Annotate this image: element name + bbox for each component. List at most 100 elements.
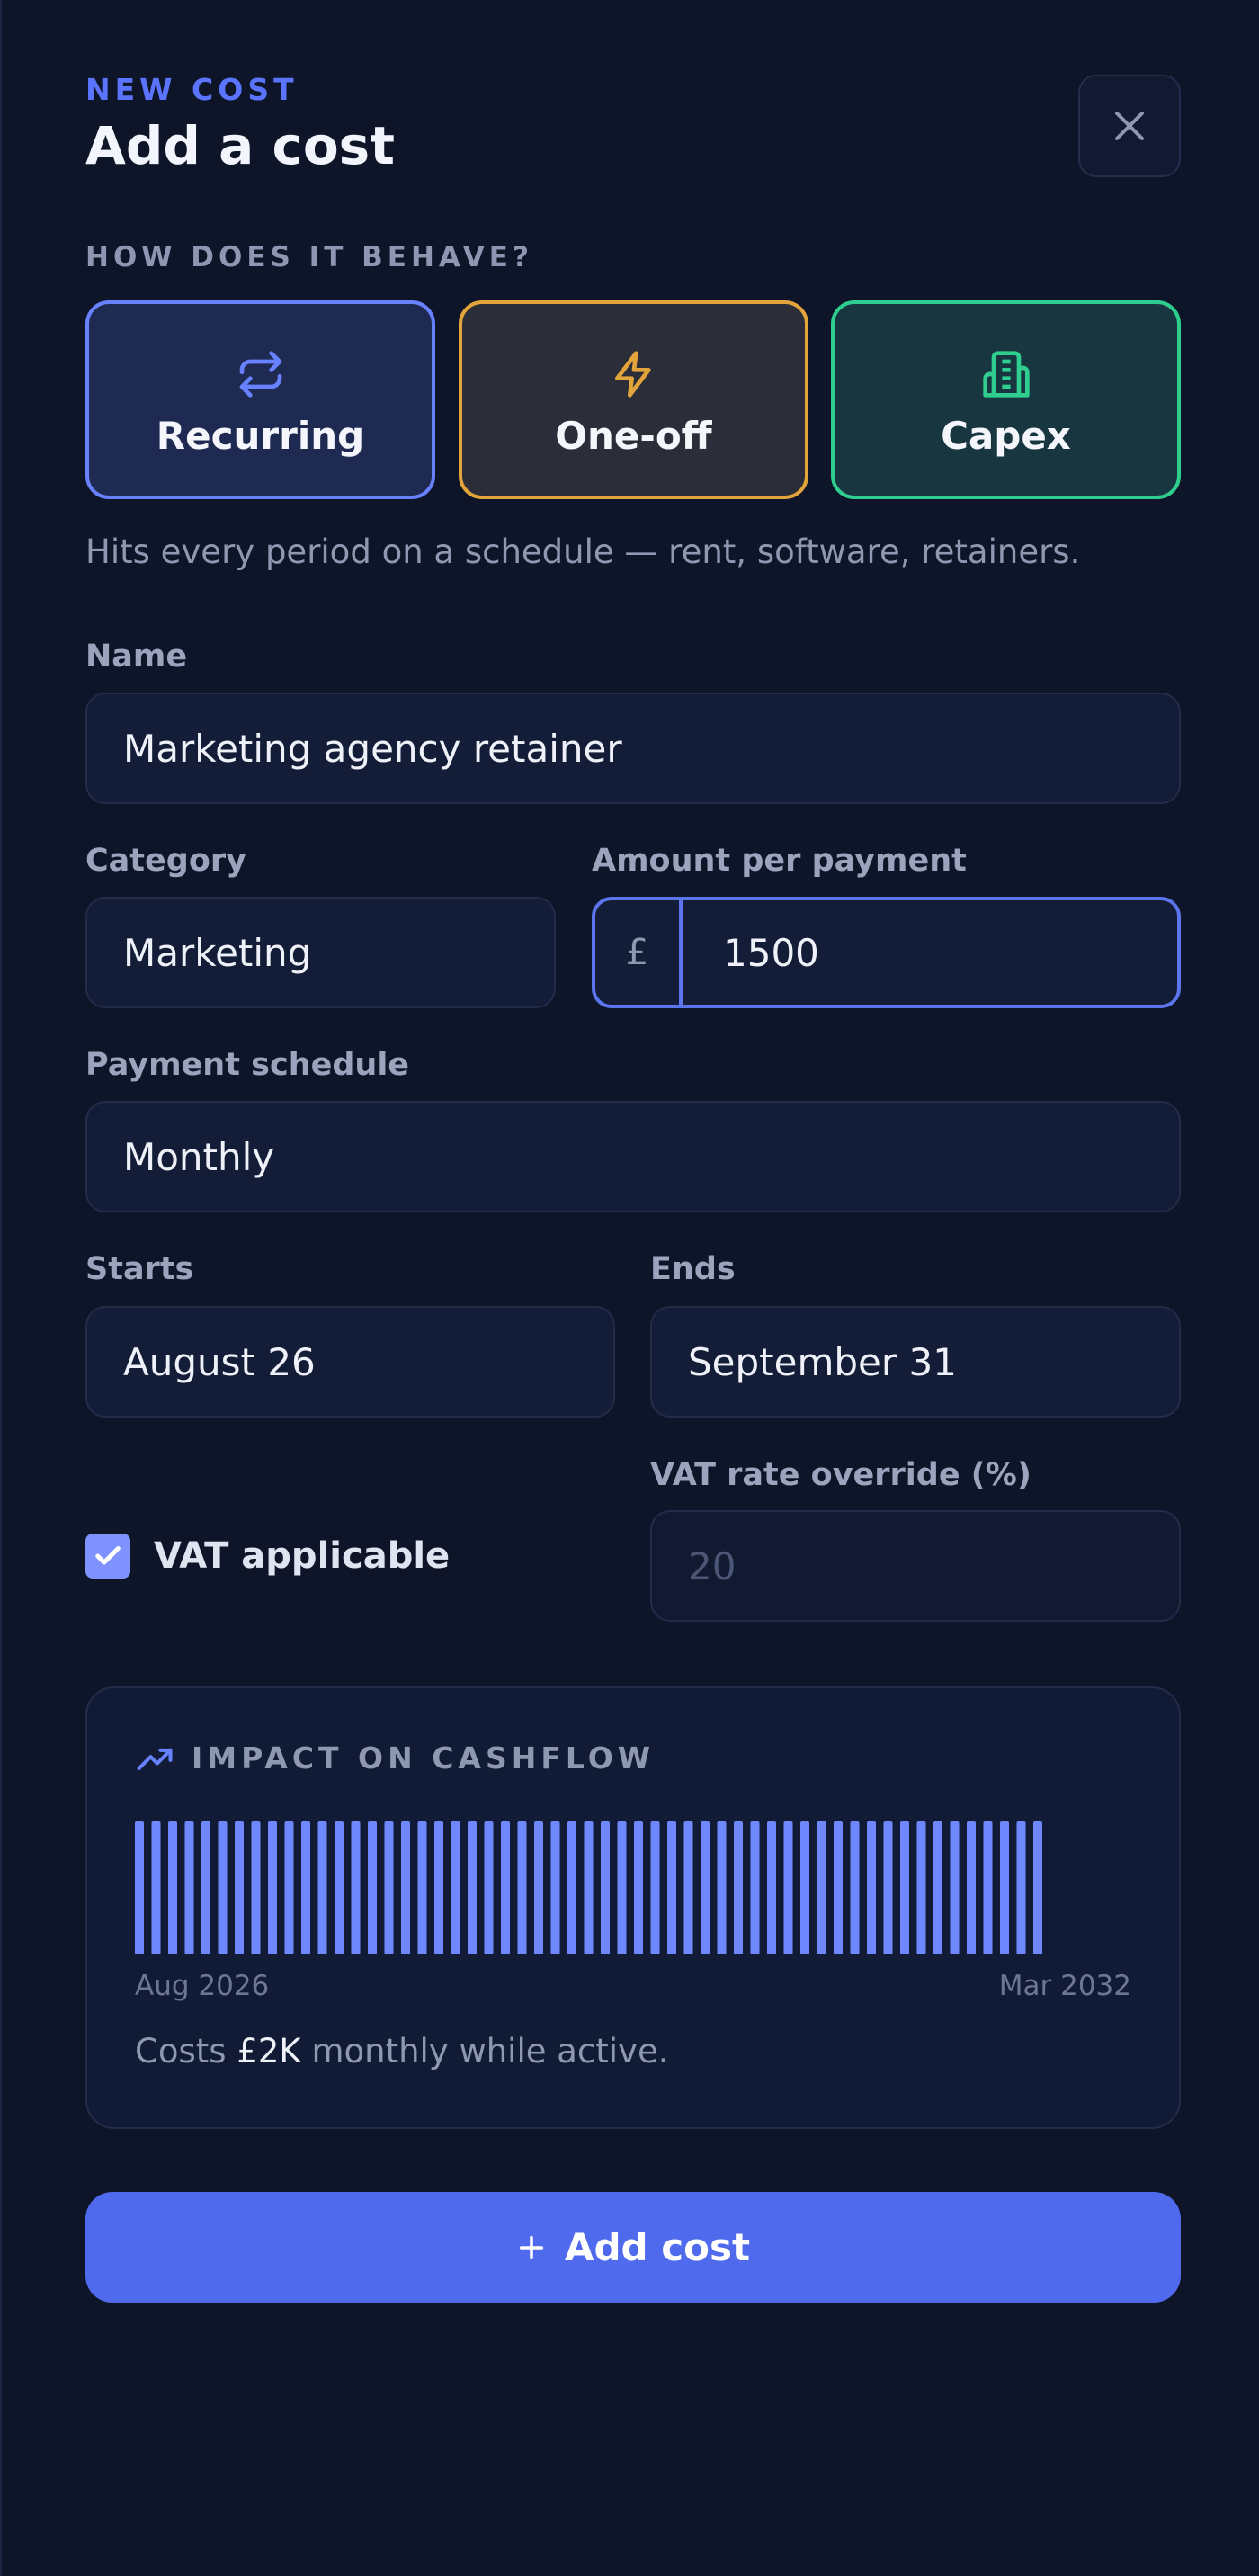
- cashflow-bar: [850, 1821, 860, 1954]
- cashflow-bar: [717, 1821, 727, 1954]
- name-label: Name: [85, 639, 188, 675]
- cashflow-bar: [916, 1821, 926, 1954]
- cashflow-bar: [933, 1821, 942, 1954]
- cashflow-bar: [667, 1821, 676, 1954]
- cashflow-bar: [235, 1821, 244, 1954]
- amount-value: 1500: [723, 930, 819, 975]
- currency-prefix: £: [595, 900, 683, 1005]
- cashflow-bar: [800, 1821, 809, 1954]
- cashflow-bar: [683, 1821, 693, 1954]
- cashflow-bar: [368, 1821, 377, 1954]
- check-icon: [95, 1546, 121, 1565]
- cashflow-bar: [351, 1821, 361, 1954]
- starts-value: August 26: [123, 1339, 316, 1384]
- cashflow-bar: [268, 1821, 277, 1954]
- option-recurring[interactable]: Recurring: [85, 300, 435, 499]
- name-value: Marketing agency retainer: [123, 726, 622, 771]
- eyebrow-label: NEW COST: [85, 72, 299, 107]
- vat-checkbox[interactable]: [85, 1534, 130, 1579]
- add-cost-label: Add cost: [564, 2225, 751, 2269]
- category-label: Category: [85, 843, 246, 879]
- schedule-select[interactable]: Monthly: [85, 1101, 1181, 1212]
- cashflow-bar: [750, 1821, 760, 1954]
- schedule-label: Payment schedule: [85, 1047, 410, 1083]
- name-field[interactable]: Marketing agency retainer: [85, 693, 1181, 804]
- trend-up-icon: [137, 1748, 173, 1770]
- amount-field[interactable]: £ 1500: [592, 897, 1181, 1008]
- category-value: Marketing: [123, 930, 312, 975]
- cashflow-bar: [567, 1821, 576, 1954]
- option-one-off-label: One-off: [555, 414, 712, 458]
- cashflow-bar: [1016, 1821, 1026, 1954]
- cashflow-bar: [135, 1821, 144, 1954]
- axis-end-label: Mar 2032: [998, 1970, 1131, 2002]
- vat-toggle[interactable]: VAT applicable: [85, 1534, 450, 1579]
- option-capex[interactable]: Capex: [831, 300, 1181, 499]
- page-title: Add a cost: [85, 115, 395, 176]
- cashflow-bar: [601, 1821, 610, 1954]
- cashflow-bars: [135, 1821, 1042, 1954]
- add-cost-panel: NEW COST Add a cost HOW DOES IT BEHAVE? …: [0, 0, 1259, 2576]
- behaviour-label: HOW DOES IT BEHAVE?: [85, 241, 533, 273]
- plus-icon: [519, 2235, 544, 2259]
- option-one-off[interactable]: One-off: [459, 300, 808, 499]
- category-select[interactable]: Marketing: [85, 897, 556, 1008]
- behaviour-helper-text: Hits every period on a schedule — rent, …: [85, 532, 1081, 571]
- schedule-value: Monthly: [123, 1134, 275, 1179]
- cashflow-bar: [301, 1821, 310, 1954]
- cashflow-bar: [584, 1821, 594, 1954]
- axis-start-label: Aug 2026: [135, 1970, 270, 2002]
- cashflow-bar: [967, 1821, 976, 1954]
- vat-rate-field[interactable]: 20: [650, 1510, 1181, 1622]
- cashflow-bar: [867, 1821, 876, 1954]
- starts-label: Starts: [85, 1251, 194, 1287]
- building-icon: [981, 347, 1031, 401]
- option-capex-label: Capex: [941, 414, 1071, 458]
- cashflow-bar: [434, 1821, 443, 1954]
- add-cost-button[interactable]: Add cost: [85, 2192, 1181, 2303]
- cashflow-bar: [168, 1821, 177, 1954]
- cashflow-bar: [1000, 1821, 1009, 1954]
- cashflow-bar: [1033, 1821, 1042, 1954]
- cashflow-bar: [417, 1821, 427, 1954]
- summary-prefix: Costs: [135, 2032, 227, 2071]
- impact-title: IMPACT ON CASHFLOW: [192, 1740, 656, 1775]
- cashflow-bar: [900, 1821, 909, 1954]
- cashflow-bar: [218, 1821, 228, 1954]
- lightning-icon: [609, 347, 659, 401]
- cashflow-bar: [401, 1821, 410, 1954]
- cashflow-bar: [484, 1821, 494, 1954]
- cashflow-bar: [883, 1821, 893, 1954]
- summary-suffix: monthly while active.: [311, 2032, 669, 2071]
- cashflow-bar: [317, 1821, 327, 1954]
- cashflow-bar: [950, 1821, 960, 1954]
- ends-value: September 31: [688, 1339, 957, 1384]
- starts-field[interactable]: August 26: [85, 1306, 615, 1418]
- cashflow-bar: [701, 1821, 710, 1954]
- cashflow-bar: [734, 1821, 743, 1954]
- cashflow-bar: [384, 1821, 394, 1954]
- cashflow-bar: [151, 1821, 161, 1954]
- cashflow-impact-card: IMPACT ON CASHFLOW Aug 2026 Mar 2032 Cos…: [85, 1686, 1181, 2129]
- cashflow-bar: [335, 1821, 344, 1954]
- impact-header: IMPACT ON CASHFLOW: [136, 1740, 655, 1775]
- cashflow-bar: [767, 1821, 776, 1954]
- cashflow-bar: [251, 1821, 261, 1954]
- option-recurring-label: Recurring: [156, 414, 365, 458]
- ends-field[interactable]: September 31: [650, 1306, 1181, 1418]
- cashflow-bar: [983, 1821, 993, 1954]
- cashflow-bar: [650, 1821, 660, 1954]
- impact-summary: Costs £2K monthly while active.: [135, 2032, 668, 2071]
- cashflow-bar: [834, 1821, 843, 1954]
- cashflow-bar: [501, 1821, 510, 1954]
- close-icon: [1115, 112, 1144, 140]
- summary-amount: £2K: [237, 2032, 301, 2071]
- amount-label: Amount per payment: [592, 843, 967, 879]
- cashflow-bar: [184, 1821, 194, 1954]
- cashflow-bar: [783, 1821, 793, 1954]
- ends-label: Ends: [650, 1251, 736, 1287]
- cashflow-bar: [817, 1821, 826, 1954]
- cashflow-bar: [617, 1821, 627, 1954]
- cashflow-bar: [284, 1821, 294, 1954]
- close-button[interactable]: [1078, 75, 1181, 177]
